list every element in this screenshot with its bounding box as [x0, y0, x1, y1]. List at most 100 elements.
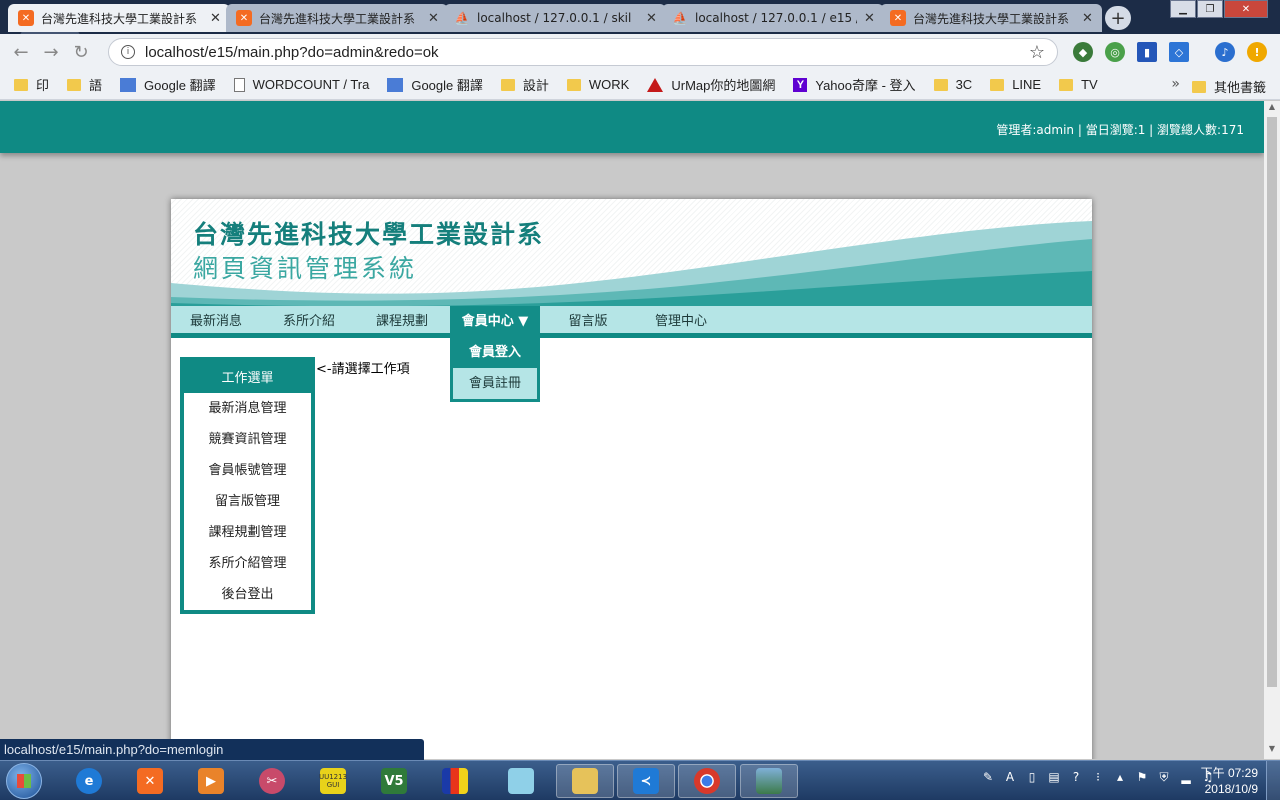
- dropdown-item-member-login[interactable]: 會員登入: [453, 338, 537, 368]
- close-tab-icon[interactable]: ✕: [428, 11, 440, 26]
- bookmark-link[interactable]: Y Yahoo奇摩 - 登入: [793, 75, 916, 94]
- extension-music-icon[interactable]: ♪: [1215, 42, 1235, 62]
- update-alert-icon[interactable]: !: [1247, 42, 1267, 62]
- start-button[interactable]: [6, 763, 42, 799]
- bookmark-folder[interactable]: 3C: [933, 77, 972, 92]
- reload-icon[interactable]: ↻: [66, 42, 96, 63]
- taskbar-notepad[interactable]: [492, 764, 550, 798]
- page-scrollbar[interactable]: ▲ ▼: [1264, 101, 1280, 759]
- menu-item-logout[interactable]: 後台登出: [184, 579, 311, 610]
- font-size-icon[interactable]: A: [1002, 769, 1018, 785]
- browser-tab-1[interactable]: ✕ 台灣先進科技大學工業設計系 ✕: [8, 4, 230, 32]
- show-desktop-button[interactable]: [1266, 761, 1280, 800]
- action-center-flag-icon[interactable]: ⚑: [1134, 769, 1150, 785]
- warning-triangle-icon: [647, 77, 664, 92]
- xampp-icon: ✕: [890, 10, 906, 26]
- dropbox-icon[interactable]: ◇: [1169, 42, 1189, 62]
- nav-item-guestbook[interactable]: 留言版: [543, 306, 633, 338]
- close-tab-icon[interactable]: ✕: [1082, 11, 1094, 26]
- address-bar[interactable]: i localhost/e15/main.php?do=admin&redo=o…: [108, 38, 1058, 66]
- link-status-bubble: localhost/e15/main.php?do=memlogin: [0, 739, 424, 760]
- extension-bookmark-icon[interactable]: ▮: [1137, 42, 1157, 62]
- site-banner: 台灣先進科技大學工業設計系 網頁資訊管理系統: [171, 199, 1092, 306]
- google-translate-icon: [120, 77, 137, 92]
- close-tab-icon[interactable]: ✕: [210, 11, 222, 26]
- forward-icon[interactable]: →: [36, 42, 66, 63]
- scrollbar-thumb[interactable]: [1267, 117, 1277, 687]
- nav-item-member-center[interactable]: 會員中心 ▼: [450, 306, 540, 338]
- taskbar-file-explorer[interactable]: [556, 764, 614, 798]
- other-bookmarks-folder[interactable]: 其他書籤: [1191, 77, 1266, 96]
- menu-item-news-admin[interactable]: 最新消息管理: [184, 393, 311, 424]
- taskbar-photo-viewer[interactable]: [740, 764, 798, 798]
- bookmark-folder[interactable]: WORK: [566, 77, 629, 92]
- nav-item-news[interactable]: 最新消息: [171, 306, 261, 338]
- bookmark-link[interactable]: UrMap你的地圖網: [647, 75, 775, 94]
- close-tab-icon[interactable]: ✕: [646, 11, 658, 26]
- bookmark-folder[interactable]: 設計: [500, 75, 549, 94]
- bookmark-folder[interactable]: 印: [14, 75, 49, 94]
- bookmark-link[interactable]: WORDCOUNT / Tra: [233, 77, 369, 92]
- menu-item-accounts-admin[interactable]: 會員帳號管理: [184, 455, 311, 486]
- taskbar-app-gui[interactable]: UU1213 GUI: [304, 764, 362, 798]
- network-icon[interactable]: ▂: [1178, 769, 1194, 785]
- system-clock[interactable]: 下午 07:29 2018/10/9: [1201, 765, 1258, 797]
- nav-item-admin-center[interactable]: 管理中心: [636, 306, 726, 338]
- taskbar-internet-explorer[interactable]: e: [60, 764, 118, 798]
- select-task-hint: <-請選擇工作項: [316, 362, 410, 377]
- bookmarks-overflow-chevron-icon[interactable]: »: [1171, 76, 1180, 92]
- menu-item-guestbook-admin[interactable]: 留言版管理: [184, 486, 311, 517]
- tray-options-icon[interactable]: ⁝: [1090, 769, 1106, 785]
- yahoo-icon: Y: [793, 77, 808, 92]
- chrome-icon: [694, 768, 720, 794]
- menu-item-courses-admin[interactable]: 課程規劃管理: [184, 517, 311, 548]
- taskbar-vscode[interactable]: ≺: [617, 764, 675, 798]
- nav-item-department[interactable]: 系所介紹: [264, 306, 354, 338]
- nav-item-courses[interactable]: 課程規劃: [357, 306, 447, 338]
- keyboard-icon[interactable]: ▤: [1046, 769, 1062, 785]
- bookmark-star-icon[interactable]: ☆: [1029, 42, 1045, 63]
- ime-icon[interactable]: ✎: [980, 769, 996, 785]
- security-icon[interactable]: ⛨: [1156, 769, 1172, 785]
- panel-icon[interactable]: ▯: [1024, 769, 1040, 785]
- site-subtitle: 網頁資訊管理系統: [193, 254, 418, 283]
- browser-tab-3[interactable]: ⛵ localhost / 127.0.0.1 / skil ✕: [444, 4, 666, 32]
- taskbar-xampp[interactable]: ✕: [121, 764, 179, 798]
- bookmark-link[interactable]: Google 翻譯: [387, 75, 483, 94]
- taskbar-chrome[interactable]: [678, 764, 736, 798]
- clock-time: 下午 07:29: [1200, 766, 1258, 780]
- scroll-up-icon[interactable]: ▲: [1264, 102, 1280, 116]
- taskbar-blocks-app[interactable]: [426, 764, 484, 798]
- scroll-down-icon[interactable]: ▼: [1264, 744, 1280, 758]
- menu-item-department-admin[interactable]: 系所介紹管理: [184, 548, 311, 579]
- phpmyadmin-icon: ⛵: [672, 11, 688, 25]
- taskbar-v5[interactable]: V5: [365, 764, 423, 798]
- extension-swirl-icon[interactable]: ◎: [1105, 42, 1125, 62]
- bookmark-link[interactable]: Google 翻譯: [120, 75, 216, 94]
- maximize-button[interactable]: ❐: [1197, 0, 1223, 18]
- bookmark-folder[interactable]: 語: [67, 75, 102, 94]
- help-icon[interactable]: ?: [1068, 769, 1084, 785]
- new-tab-button[interactable]: +: [1105, 6, 1131, 30]
- taskbar-snipping-tool[interactable]: ✂: [243, 764, 301, 798]
- main-nav: 最新消息 系所介紹 課程規劃 會員中心 ▼ 留言版 管理中心: [171, 306, 1092, 338]
- show-hidden-icons-chevron-icon[interactable]: ▴: [1112, 769, 1128, 785]
- bookmark-folder[interactable]: LINE: [990, 77, 1041, 92]
- work-menu: 工作選單 最新消息管理 競賽資訊管理 會員帳號管理 留言版管理 課程規劃管理 系…: [180, 357, 315, 614]
- window-close-button[interactable]: ✕: [1224, 0, 1268, 18]
- close-tab-icon[interactable]: ✕: [864, 11, 876, 26]
- taskbar-media-player[interactable]: ▶: [182, 764, 240, 798]
- browser-tab-2[interactable]: ✕ 台灣先進科技大學工業設計系 ✕: [226, 4, 448, 32]
- dropdown-item-member-register[interactable]: 會員註冊: [453, 368, 537, 399]
- bookmark-folder[interactable]: TV: [1059, 77, 1098, 92]
- vscode-icon: ≺: [633, 768, 659, 794]
- tab-title: localhost / 127.0.0.1 / skil: [477, 11, 632, 25]
- menu-item-competition-admin[interactable]: 競賽資訊管理: [184, 424, 311, 455]
- back-icon[interactable]: ←: [6, 42, 36, 63]
- extension-shield-icon[interactable]: ◆: [1073, 42, 1093, 62]
- minimize-button[interactable]: ▁: [1170, 0, 1196, 18]
- folder-icon: [566, 78, 581, 91]
- browser-tab-4[interactable]: ⛵ localhost / 127.0.0.1 / e15 / ✕: [662, 4, 884, 32]
- site-info-icon[interactable]: i: [121, 45, 135, 59]
- browser-tab-5[interactable]: ✕ 台灣先進科技大學工業設計系 ✕: [880, 4, 1102, 32]
